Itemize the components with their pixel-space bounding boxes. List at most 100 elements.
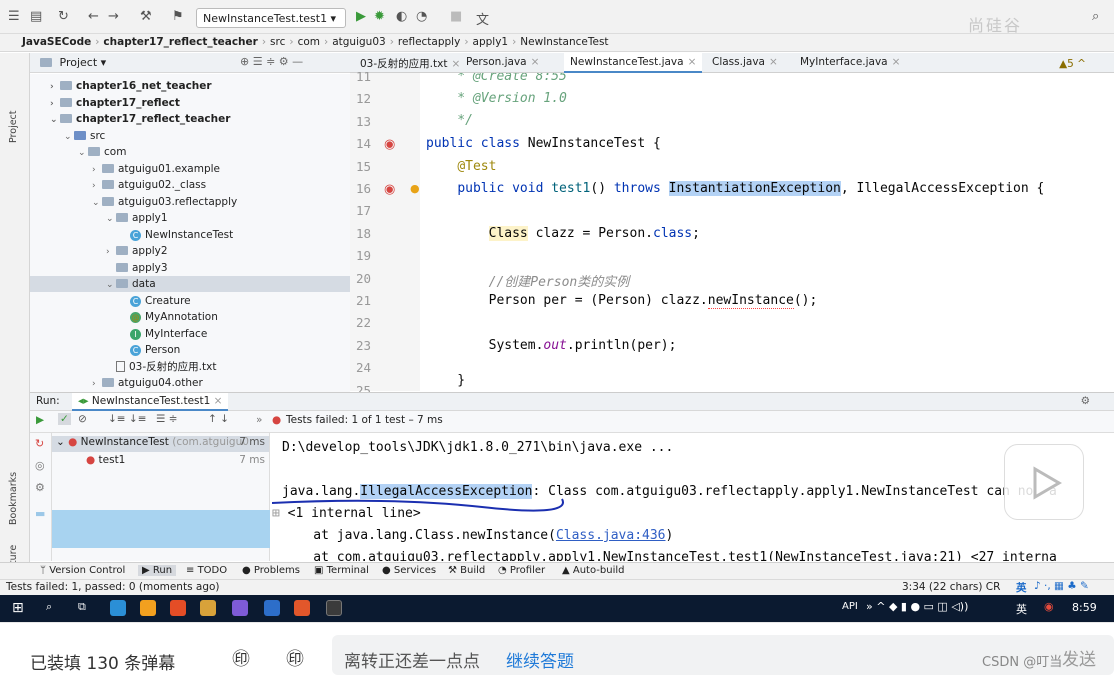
tool-window-button[interactable]: ● Services [382, 565, 436, 576]
project-tree-item[interactable]: ⌄ atguigu03.reflectapply [30, 194, 350, 210]
app-window-icon[interactable] [326, 600, 342, 616]
camera-icon[interactable]: ◎ [35, 459, 45, 472]
danmaku-settings-icon[interactable]: ㊞ [286, 645, 304, 671]
build-icon[interactable]: ⚒ [140, 9, 152, 24]
editor-tab[interactable]: NewInstanceTest.java × [564, 53, 703, 73]
editor-tab[interactable]: MyInterface.java × [794, 53, 906, 73]
close-icon[interactable]: × [892, 56, 901, 68]
coverage-icon[interactable]: ◐ [396, 9, 407, 24]
tray-app-icon[interactable]: ◉ [1044, 600, 1054, 613]
chevron-right-icon[interactable]: › [92, 162, 102, 178]
more-icon[interactable]: » [256, 414, 262, 426]
wrench-icon[interactable]: ⚙ [35, 481, 45, 494]
ime-tools-icon[interactable]: ♪ ·, ▦ ♣ ✎ [1034, 580, 1089, 592]
layout-icon[interactable]: ▬ [35, 507, 45, 520]
tray-icons[interactable]: » ^ ◆ ▮ ● ▭ ◫ ◁)) [866, 600, 968, 613]
chevron-down-icon[interactable]: ⌄ [106, 211, 116, 227]
run-configuration-select[interactable]: NewInstanceTest.test1 ▾ [196, 8, 346, 28]
back-icon[interactable]: ← [88, 9, 99, 24]
show-passed-icon[interactable]: ✓ [58, 413, 71, 425]
close-icon[interactable]: × [531, 56, 540, 68]
chevron-down-icon[interactable]: ⌄ [50, 112, 60, 128]
warnings-badge[interactable]: ▲5 ^ [1059, 58, 1086, 70]
project-tree-item[interactable]: ⌄ data [30, 276, 350, 292]
project-tree-item[interactable]: apply3 [30, 260, 350, 276]
test-root-row[interactable]: ⌄ ● NewInstanceTest (com.atguigu0 7 ms [52, 436, 269, 452]
lightbulb-icon[interactable]: ● [410, 182, 420, 195]
code-editor[interactable]: * @Create 8:55 * @Version 1.0 */ public … [420, 73, 1114, 391]
project-tool-label[interactable]: Project [8, 110, 19, 143]
stack-link[interactable]: Class.java:436 [556, 528, 666, 543]
breadcrumb-item[interactable]: apply1 [473, 36, 509, 48]
chevron-down-icon[interactable]: ⌄ [64, 129, 74, 145]
send-button[interactable]: 发送 [1062, 645, 1096, 670]
save-icon[interactable]: ▤ [30, 9, 42, 24]
editor-tab[interactable]: Person.java × [460, 53, 545, 73]
run-icon[interactable]: ▶ [356, 9, 366, 24]
forward-icon[interactable]: → [108, 9, 119, 24]
open-icon[interactable]: ☰ [8, 9, 20, 24]
close-icon[interactable]: × [769, 56, 778, 68]
hammer-icon[interactable]: ⚑ [172, 9, 184, 24]
chevron-down-icon[interactable]: ⌄ [92, 195, 102, 211]
settings-icon[interactable]: ⚙ [1081, 395, 1090, 407]
search-icon[interactable]: ⌕ [46, 600, 52, 614]
profile-icon[interactable]: ◔ [416, 9, 427, 24]
ime-indicator[interactable]: 英 [1016, 580, 1027, 595]
tool-window-button[interactable]: ▶ Run [138, 565, 177, 576]
show-ignored-icon[interactable]: ⊘ [78, 413, 87, 425]
console-output[interactable]: D:\develop_tools\JDK\jdk1.8.0_271\bin\ja… [272, 433, 1114, 561]
danmaku-input[interactable]: 离转正还差一点点 继续答题 CSDN @叮当 发送 [332, 635, 1114, 675]
editor-tab[interactable]: Class.java × [706, 53, 784, 73]
sync-icon[interactable]: ↻ [58, 9, 69, 24]
project-tree-item[interactable]: ⌄ apply1 [30, 210, 350, 226]
chevron-right-icon[interactable]: › [50, 96, 60, 112]
tool-window-button[interactable]: ≡ TODO [186, 565, 227, 576]
close-icon[interactable]: × [451, 58, 460, 70]
project-tree-item[interactable]: ⌄ src [30, 128, 350, 144]
chevron-right-icon[interactable]: › [106, 244, 116, 260]
bookmarks-tool-label[interactable]: Bookmarks [8, 472, 19, 525]
project-tree-item[interactable]: I MyInterface [30, 326, 350, 342]
continue-quiz-link[interactable]: 继续答题 [506, 647, 574, 672]
project-tree-item[interactable]: ⌄ chapter17_reflect_teacher [30, 111, 350, 127]
breadcrumb-item[interactable]: atguigu03 [332, 36, 385, 48]
project-tree-item[interactable]: C NewInstanceTest [30, 227, 350, 243]
prev-next-icon[interactable]: ↑ ↓ [208, 413, 229, 425]
task-view-icon[interactable]: ⧉ [78, 600, 86, 614]
breadcrumb-item[interactable]: NewInstanceTest [520, 36, 608, 48]
debug-icon[interactable]: ✹ [374, 9, 385, 24]
explorer-icon[interactable] [200, 600, 216, 616]
panel-actions-icon[interactable]: ⊕ ☰ ≑ ⚙ — [240, 55, 303, 68]
project-tree-item[interactable]: › atguigu02._class [30, 177, 350, 193]
project-tree-item[interactable]: › atguigu04.other [30, 375, 350, 391]
windows-start-icon[interactable]: ⊞ [12, 600, 24, 616]
rerun-icon[interactable]: ▶ [36, 414, 44, 426]
tool-window-button[interactable]: ▣ Terminal [314, 565, 369, 576]
project-tree-item[interactable]: › chapter17_reflect [30, 95, 350, 111]
app-orange-icon[interactable] [294, 600, 310, 616]
video-play-overlay[interactable] [1004, 444, 1084, 520]
breadcrumb-item[interactable]: chapter17_reflect_teacher [103, 36, 257, 48]
breadcrumb-item[interactable]: JavaSECode [22, 36, 91, 48]
tool-window-button[interactable]: ◔ Profiler [498, 565, 545, 576]
run-tab[interactable]: ◂▸ NewInstanceTest.test1 × [72, 393, 229, 411]
translate-icon[interactable]: 文 [476, 9, 489, 28]
chevron-down-icon[interactable]: ⌄ [78, 145, 88, 161]
project-tree-item[interactable]: @ MyAnnotation [30, 309, 350, 325]
rerun-failed-icon[interactable]: ↻ [35, 437, 44, 450]
project-tree-item[interactable]: › chapter16_net_teacher [30, 78, 350, 94]
close-icon[interactable]: × [214, 395, 223, 407]
breadcrumb-item[interactable]: src [270, 36, 285, 48]
stop-icon[interactable]: ■ [450, 9, 462, 24]
danmaku-toggle-icon[interactable]: ㊞ [232, 645, 250, 671]
project-title[interactable]: Project [60, 56, 98, 69]
language-indicator[interactable]: 英 [1016, 601, 1027, 617]
test-child-row[interactable]: ● test1 7 ms [86, 454, 269, 470]
close-icon[interactable]: × [688, 56, 697, 68]
status-position[interactable]: 3:34 (22 chars) CR [902, 581, 1000, 593]
tool-window-button[interactable]: ᛘ Version Control [40, 565, 125, 576]
chevron-right-icon[interactable]: › [50, 79, 60, 95]
edge-icon[interactable] [110, 600, 126, 616]
sort-icon[interactable]: ↓≡ ↓≡ [108, 413, 147, 425]
